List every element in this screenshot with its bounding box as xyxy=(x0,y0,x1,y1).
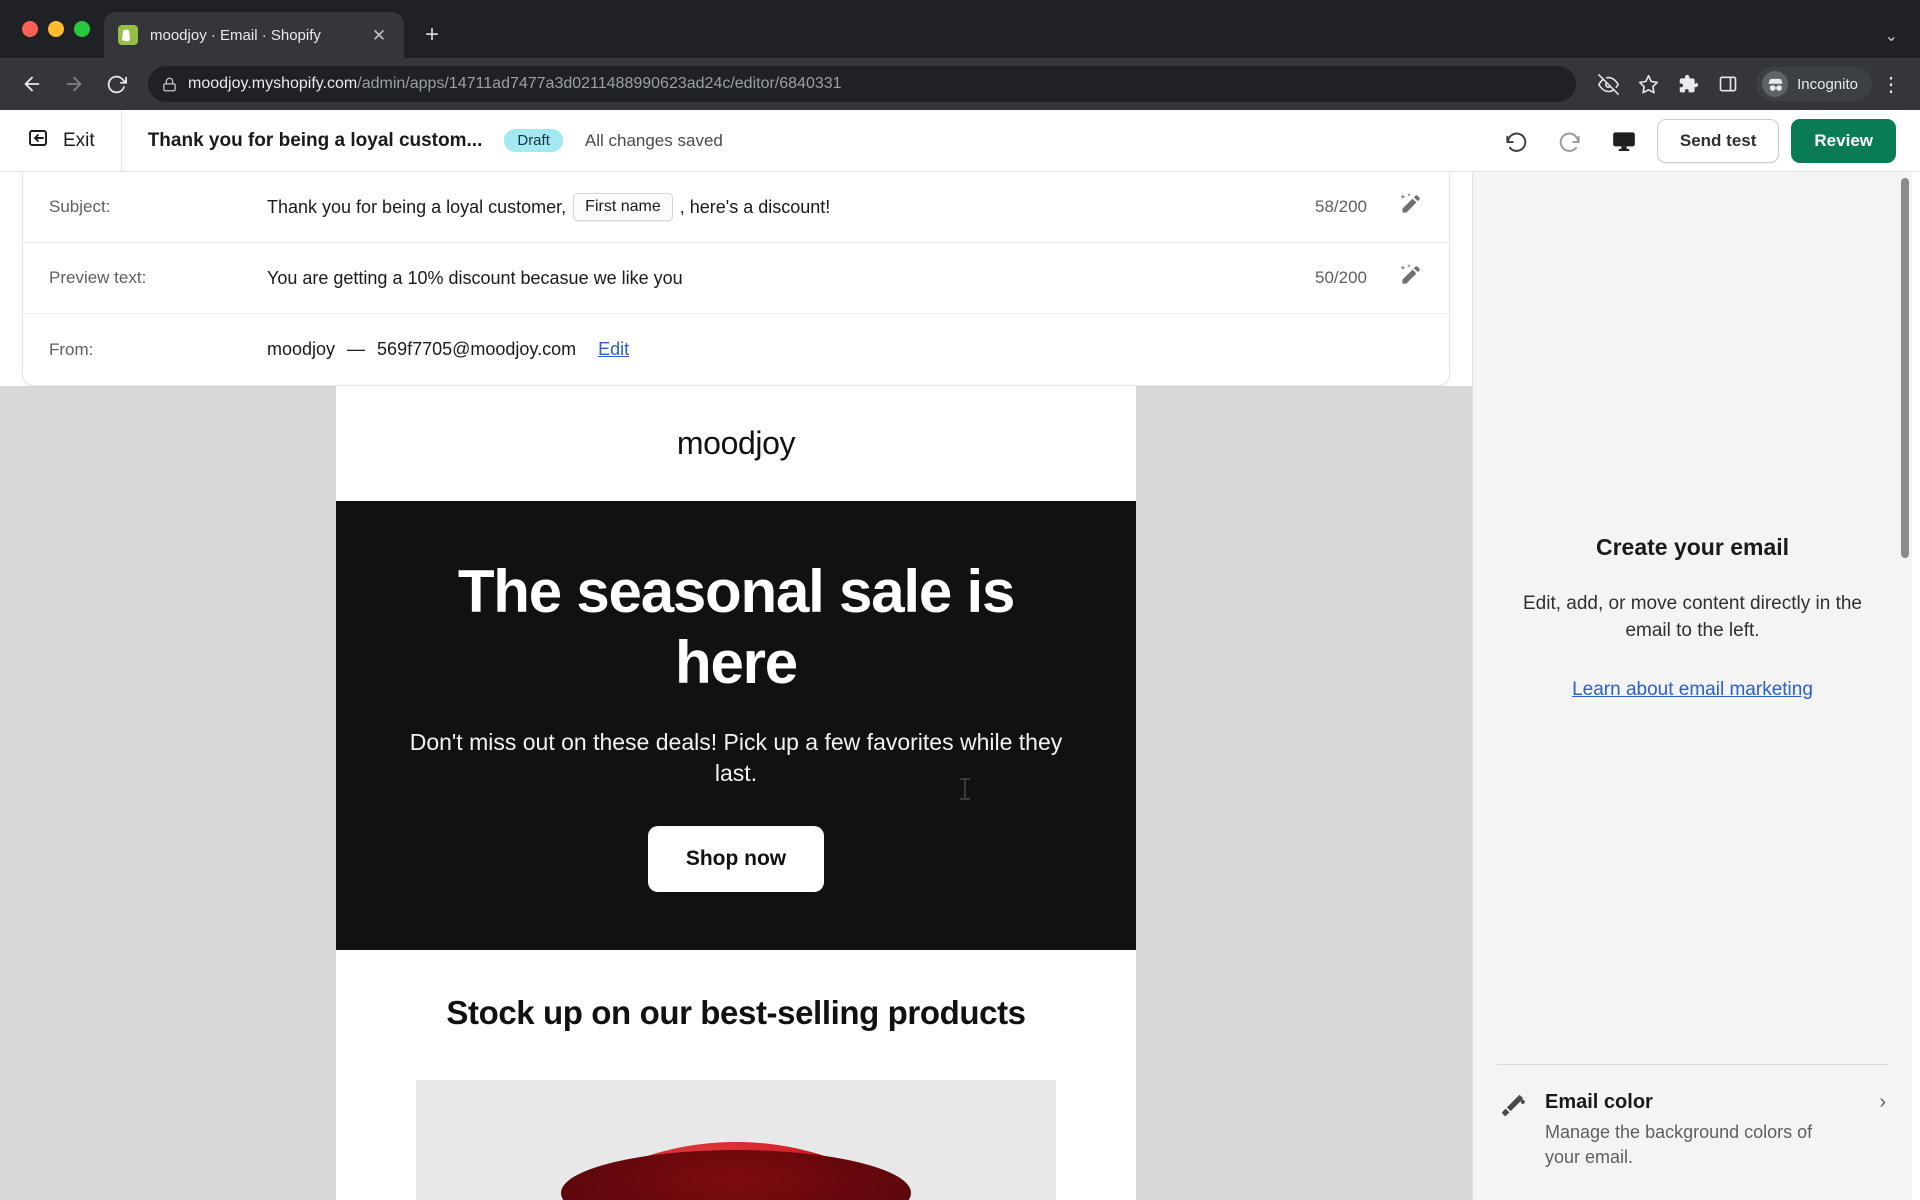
edit-sender-link[interactable]: Edit xyxy=(598,339,629,360)
back-arrow-icon[interactable] xyxy=(14,66,50,102)
save-status-text: All changes saved xyxy=(584,130,723,150)
from-separator: — xyxy=(347,339,366,359)
desktop-preview-icon[interactable] xyxy=(1603,120,1645,162)
subject-char-counter: 58/200 xyxy=(1315,197,1367,216)
browser-tab[interactable]: moodjoy · Email · Shopify ✕ xyxy=(104,12,404,58)
paint-roller-icon xyxy=(1499,1091,1527,1124)
editor-body: Subject: Thank you for being a loyal cus… xyxy=(0,172,1920,1200)
exit-button[interactable]: Exit xyxy=(0,110,122,172)
star-icon[interactable] xyxy=(1630,66,1666,102)
browser-toolbar: moodjoy.myshopify.com/admin/apps/14711ad… xyxy=(0,58,1920,110)
reload-icon[interactable] xyxy=(98,66,134,102)
sidebar-title: Create your email xyxy=(1595,534,1790,561)
undo-icon[interactable] xyxy=(1495,120,1537,162)
sidebar-item-email-color[interactable]: Email color › Manage the background colo… xyxy=(1473,1065,1912,1200)
email-color-body: Email color › Manage the background colo… xyxy=(1545,1091,1886,1170)
sender-name: moodjoy xyxy=(267,339,336,359)
from-row: From: moodjoy — 569f7705@moodjoy.com Edi… xyxy=(23,314,1449,385)
sender-email: 569f7705@moodjoy.com xyxy=(377,339,577,359)
browser-window: moodjoy · Email · Shopify ✕ + ⌄ moodjoy.… xyxy=(0,0,1920,1200)
puzzle-piece-icon[interactable] xyxy=(1670,66,1706,102)
editor-header-actions: Send test Review xyxy=(1495,118,1920,163)
products-heading[interactable]: Stock up on our best-selling products xyxy=(376,994,1096,1032)
preview-text-label: Preview text: xyxy=(49,268,147,287)
from-value: moodjoy — 569f7705@moodjoy.com Edit xyxy=(267,339,1423,360)
lock-icon xyxy=(162,77,177,92)
red-bowl-product-image[interactable] xyxy=(416,1080,1056,1200)
exit-label: Exit xyxy=(63,129,95,151)
incognito-hat-icon xyxy=(1762,71,1789,97)
kebab-menu-icon[interactable]: ⋮ xyxy=(1876,72,1906,97)
from-label: From: xyxy=(49,339,94,359)
preview-text-char-counter: 50/200 xyxy=(1315,268,1367,287)
subject-text-before: Thank you for being a loyal customer, xyxy=(267,196,567,217)
minimize-window-button[interactable] xyxy=(48,21,64,37)
email-logo[interactable]: moodjoy xyxy=(336,386,1136,501)
email-meta-card: Subject: Thank you for being a loyal cus… xyxy=(22,172,1450,386)
editor-main-column: Subject: Thank you for being a loyal cus… xyxy=(0,172,1472,1200)
sidebar-scrollbar[interactable] xyxy=(1898,172,1912,1200)
preview-text-input[interactable]: You are getting a 10% discount becasue w… xyxy=(267,268,1315,289)
review-button[interactable]: Review xyxy=(1791,118,1896,163)
email-color-title: Email color xyxy=(1545,1090,1653,1113)
preview-text-row: Preview text: You are getting a 10% disc… xyxy=(23,243,1449,314)
status-badge: Draft xyxy=(504,129,563,152)
redo-icon[interactable] xyxy=(1549,120,1591,162)
url-text: moodjoy.myshopify.com/admin/apps/14711ad… xyxy=(188,75,842,93)
email-preview-canvas: moodjoy The seasonal sale is here Don't … xyxy=(0,386,1472,1200)
shopify-email-editor: Exit Thank you for being a loyal custom.… xyxy=(0,110,1920,1200)
close-icon[interactable]: ✕ xyxy=(368,24,390,46)
new-tab-button[interactable]: + xyxy=(412,12,452,58)
shop-now-button[interactable]: Shop now xyxy=(647,826,825,893)
close-window-button[interactable] xyxy=(22,21,38,37)
subject-row: Subject: Thank you for being a loyal cus… xyxy=(23,172,1449,243)
chevron-down-icon[interactable]: ⌄ xyxy=(1885,26,1898,46)
editor-title-group: Thank you for being a loyal custom... Dr… xyxy=(122,129,1495,152)
send-test-button[interactable]: Send test xyxy=(1656,118,1780,163)
sidebar-scrollbar-thumb[interactable] xyxy=(1901,178,1909,558)
magic-pencil-icon[interactable] xyxy=(1397,263,1423,294)
email-document[interactable]: moodjoy The seasonal sale is here Don't … xyxy=(336,386,1136,1200)
browser-tabstrip: moodjoy · Email · Shopify ✕ + ⌄ xyxy=(0,0,1920,58)
editor-sidebar: Create your email Edit, add, or move con… xyxy=(1472,172,1912,1200)
magic-pencil-icon[interactable] xyxy=(1397,192,1423,223)
incognito-profile-chip[interactable]: Incognito xyxy=(1756,67,1872,101)
sidebar-description: Edit, add, or move content directly in t… xyxy=(1522,593,1862,642)
toolbar-icons: Incognito ⋮ xyxy=(1590,66,1906,102)
email-products-section[interactable]: Stock up on our best-selling products xyxy=(336,950,1136,1200)
learn-about-email-marketing-link[interactable]: Learn about email marketing xyxy=(1572,679,1813,701)
url-path: /admin/apps/14711ad7477a3d0211488990623a… xyxy=(357,75,842,92)
email-color-head: Email color › xyxy=(1545,1091,1886,1114)
subject-input[interactable]: Thank you for being a loyal customer, Fi… xyxy=(267,193,1315,221)
incognito-label: Incognito xyxy=(1797,75,1858,93)
sidebar-intro: Create your email Edit, add, or move con… xyxy=(1473,172,1912,1064)
text-cursor xyxy=(960,778,970,800)
first-name-token[interactable]: First name xyxy=(573,193,673,221)
email-color-description: Manage the background colors of your ema… xyxy=(1545,1121,1813,1167)
subject-text-after: , here's a discount! xyxy=(679,196,831,217)
editor-header: Exit Thank you for being a loyal custom.… xyxy=(0,110,1920,172)
eye-slash-icon[interactable] xyxy=(1590,66,1626,102)
chevron-right-icon[interactable]: › xyxy=(1879,1091,1886,1114)
forward-arrow-icon[interactable] xyxy=(56,66,92,102)
bowl-shape xyxy=(526,1142,946,1200)
address-bar[interactable]: moodjoy.myshopify.com/admin/apps/14711ad… xyxy=(148,66,1577,102)
hero-subtext[interactable]: Don't miss out on these deals! Pick up a… xyxy=(406,727,1066,790)
hero-heading[interactable]: The seasonal sale is here xyxy=(406,557,1066,699)
window-traffic-lights xyxy=(14,0,104,58)
maximize-window-button[interactable] xyxy=(74,21,90,37)
tab-title: moodjoy · Email · Shopify xyxy=(150,26,321,44)
page-title[interactable]: Thank you for being a loyal custom... xyxy=(148,130,483,152)
shopify-bag-icon xyxy=(118,25,138,45)
subject-label: Subject: xyxy=(49,197,111,216)
url-host: moodjoy.myshopify.com xyxy=(188,75,358,92)
email-hero-section[interactable]: The seasonal sale is here Don't miss out… xyxy=(336,501,1136,951)
exit-arrow-icon xyxy=(26,126,50,155)
side-panel-icon[interactable] xyxy=(1710,66,1746,102)
